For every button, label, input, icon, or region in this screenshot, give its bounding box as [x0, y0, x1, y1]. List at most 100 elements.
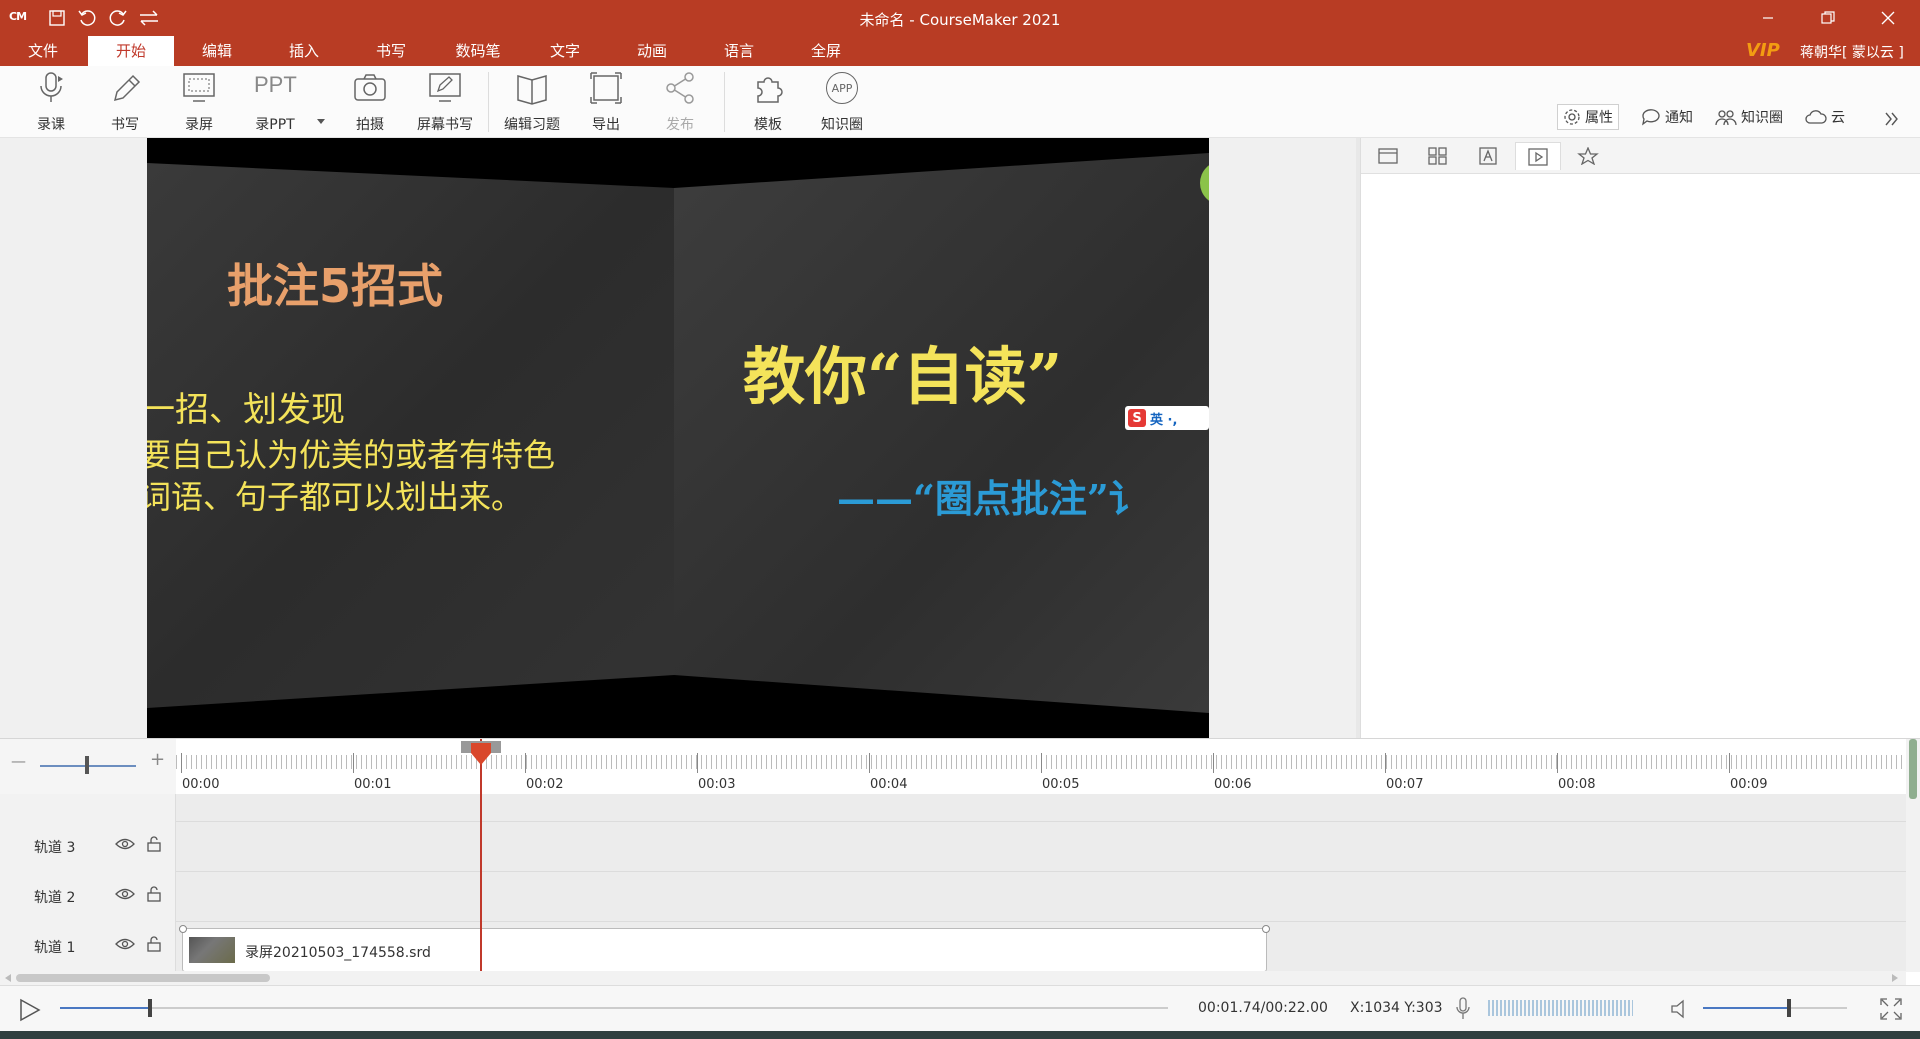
ruler-major-tick	[1385, 753, 1386, 773]
puzzle-icon	[757, 77, 783, 103]
double-chevron-right-icon[interactable]	[1884, 112, 1900, 126]
volume-fill	[1703, 1007, 1790, 1009]
timeline-vertical-scrollbar[interactable]	[1906, 739, 1920, 972]
cloud-tool[interactable]: 云	[1805, 104, 1845, 130]
share-icon	[666, 72, 694, 104]
cloud-label: 云	[1831, 110, 1845, 126]
zoom-in-button[interactable]: +	[150, 749, 165, 770]
template-button[interactable]: 模板	[733, 66, 803, 138]
vip-badge[interactable]: VIP	[1746, 40, 1780, 61]
ruler-major-tick	[1041, 753, 1042, 773]
export-icon	[590, 72, 622, 104]
time-ruler[interactable]: 00:00 00:01 00:02 00:03 00:04 00:05 00:0…	[176, 739, 1906, 794]
track-head-1: 轨道 1	[0, 922, 176, 972]
eye-icon[interactable]	[115, 887, 135, 901]
panel-tab-grid[interactable]	[1415, 142, 1461, 170]
track-empty-lane	[0, 794, 1906, 822]
volume-track[interactable]	[1703, 1007, 1847, 1009]
eye-icon[interactable]	[115, 937, 135, 951]
panel-tabs	[1361, 138, 1920, 174]
volume-handle[interactable]	[1787, 999, 1792, 1017]
scroll-left-icon[interactable]	[4, 974, 12, 982]
properties-tool[interactable]: 属性	[1557, 104, 1619, 130]
media-clip[interactable]: 录屏20210503_174558.srd	[179, 925, 1270, 972]
restore-button[interactable]	[1798, 0, 1858, 36]
tab-digital-pen[interactable]: 数码笔	[435, 36, 521, 66]
panel-tab-window[interactable]	[1365, 142, 1411, 170]
screen-write-icon	[429, 73, 461, 102]
track-row-1[interactable]: 轨道 1 录屏20210503_174558.srd	[0, 922, 1906, 972]
user-name[interactable]: 蒋朝华[ 蒙以云 ]	[1800, 42, 1904, 62]
progress-track[interactable]	[60, 1007, 1168, 1009]
window-title: 未命名 - CourseMaker 2021	[859, 11, 1061, 29]
properties-panel	[1360, 138, 1920, 738]
clip-start-handle[interactable]	[179, 925, 187, 933]
tab-text[interactable]: 文字	[522, 36, 608, 66]
minimize-button[interactable]	[1738, 0, 1798, 36]
tab-fullscreen[interactable]: 全屏	[783, 36, 869, 66]
ruler-major-tick	[697, 753, 698, 773]
preview-canvas[interactable]: 批注5招式 一招、划发现 要自己认为优美的或者有特色 词语、句子都可以划出来。 …	[147, 138, 1209, 738]
write-button[interactable]: 书写	[90, 66, 160, 138]
tab-animation[interactable]: 动画	[609, 36, 695, 66]
unlock-icon[interactable]	[147, 936, 161, 952]
ppt-icon: PPT	[254, 72, 297, 97]
scroll-right-icon[interactable]	[1891, 974, 1899, 982]
slide-left-line3: 词语、句子都可以划出来。	[147, 478, 524, 516]
knowledge-tool[interactable]: 知识圈	[1715, 104, 1783, 130]
playhead-handle[interactable]	[461, 741, 501, 767]
zoom-control: — +	[0, 739, 176, 794]
tab-write[interactable]: 书写	[348, 36, 434, 66]
tab-start[interactable]: 开始	[88, 36, 174, 66]
panel-tab-effects[interactable]	[1565, 142, 1611, 170]
edit-exercise-button[interactable]: 编辑习题	[497, 66, 567, 138]
ruler-label: 00:06	[1214, 777, 1252, 792]
record-ppt-label: 录PPT	[255, 117, 295, 133]
zoom-out-button[interactable]: —	[11, 752, 26, 770]
fullscreen-icon[interactable]	[1880, 998, 1902, 1020]
clip-end-handle[interactable]	[1262, 925, 1270, 933]
track-head-3: 轨道 3	[0, 822, 176, 872]
export-button[interactable]: 导出	[571, 66, 641, 138]
vertical-scroll-thumb[interactable]	[1909, 739, 1917, 799]
knowledge-circle-button[interactable]: APP 知识圈	[807, 66, 877, 138]
unlock-icon[interactable]	[147, 886, 161, 902]
publish-button[interactable]: 发布	[645, 66, 715, 138]
ruler-major-tick	[1213, 753, 1214, 773]
capture-button[interactable]: 拍摄	[335, 66, 405, 138]
timeline-horizontal-scrollbar[interactable]	[0, 971, 1906, 985]
eye-icon[interactable]	[115, 837, 135, 851]
zoom-slider-handle[interactable]	[85, 756, 89, 774]
tab-edit[interactable]: 编辑	[174, 36, 260, 66]
ruler-major-tick	[869, 753, 870, 773]
screen-write-button[interactable]: 屏幕书写	[410, 66, 480, 138]
play-icon[interactable]	[18, 998, 42, 1022]
ruler-label: 00:07	[1386, 777, 1424, 792]
playhead[interactable]	[480, 739, 482, 971]
tab-file[interactable]: 文件	[0, 36, 86, 66]
panel-tab-text[interactable]	[1465, 142, 1511, 170]
timeline: — + 00:00 00:01 00:02 00:03 00:04 00:05 …	[0, 738, 1920, 985]
track-empty-head	[0, 794, 176, 822]
notify-label: 通知	[1665, 110, 1693, 126]
tab-language[interactable]: 语言	[696, 36, 782, 66]
notify-tool[interactable]: 通知	[1641, 104, 1693, 130]
panel-tab-media[interactable]	[1515, 142, 1561, 170]
slide-right-title: 教你“自读”	[743, 340, 1063, 413]
properties-label: 属性	[1585, 110, 1613, 126]
microphone-icon[interactable]	[1455, 997, 1471, 1021]
ime-toolbar[interactable]: S 英 ·,	[1125, 406, 1209, 430]
speaker-icon[interactable]	[1670, 998, 1692, 1020]
record-lesson-button[interactable]: 录课	[16, 66, 86, 138]
close-button[interactable]	[1858, 0, 1918, 36]
track-row-3[interactable]: 轨道 3	[0, 822, 1906, 872]
progress-handle[interactable]	[147, 999, 152, 1017]
horizontal-scroll-thumb[interactable]	[16, 974, 270, 982]
record-ppt-button[interactable]: PPT 录PPT	[240, 66, 310, 138]
progress-fill	[60, 1007, 150, 1009]
screen-record-button[interactable]: 录屏	[164, 66, 234, 138]
tab-insert[interactable]: 插入	[261, 36, 347, 66]
taskbar-strip	[0, 1031, 1920, 1039]
unlock-icon[interactable]	[147, 836, 161, 852]
track-row-2[interactable]: 轨道 2	[0, 872, 1906, 922]
